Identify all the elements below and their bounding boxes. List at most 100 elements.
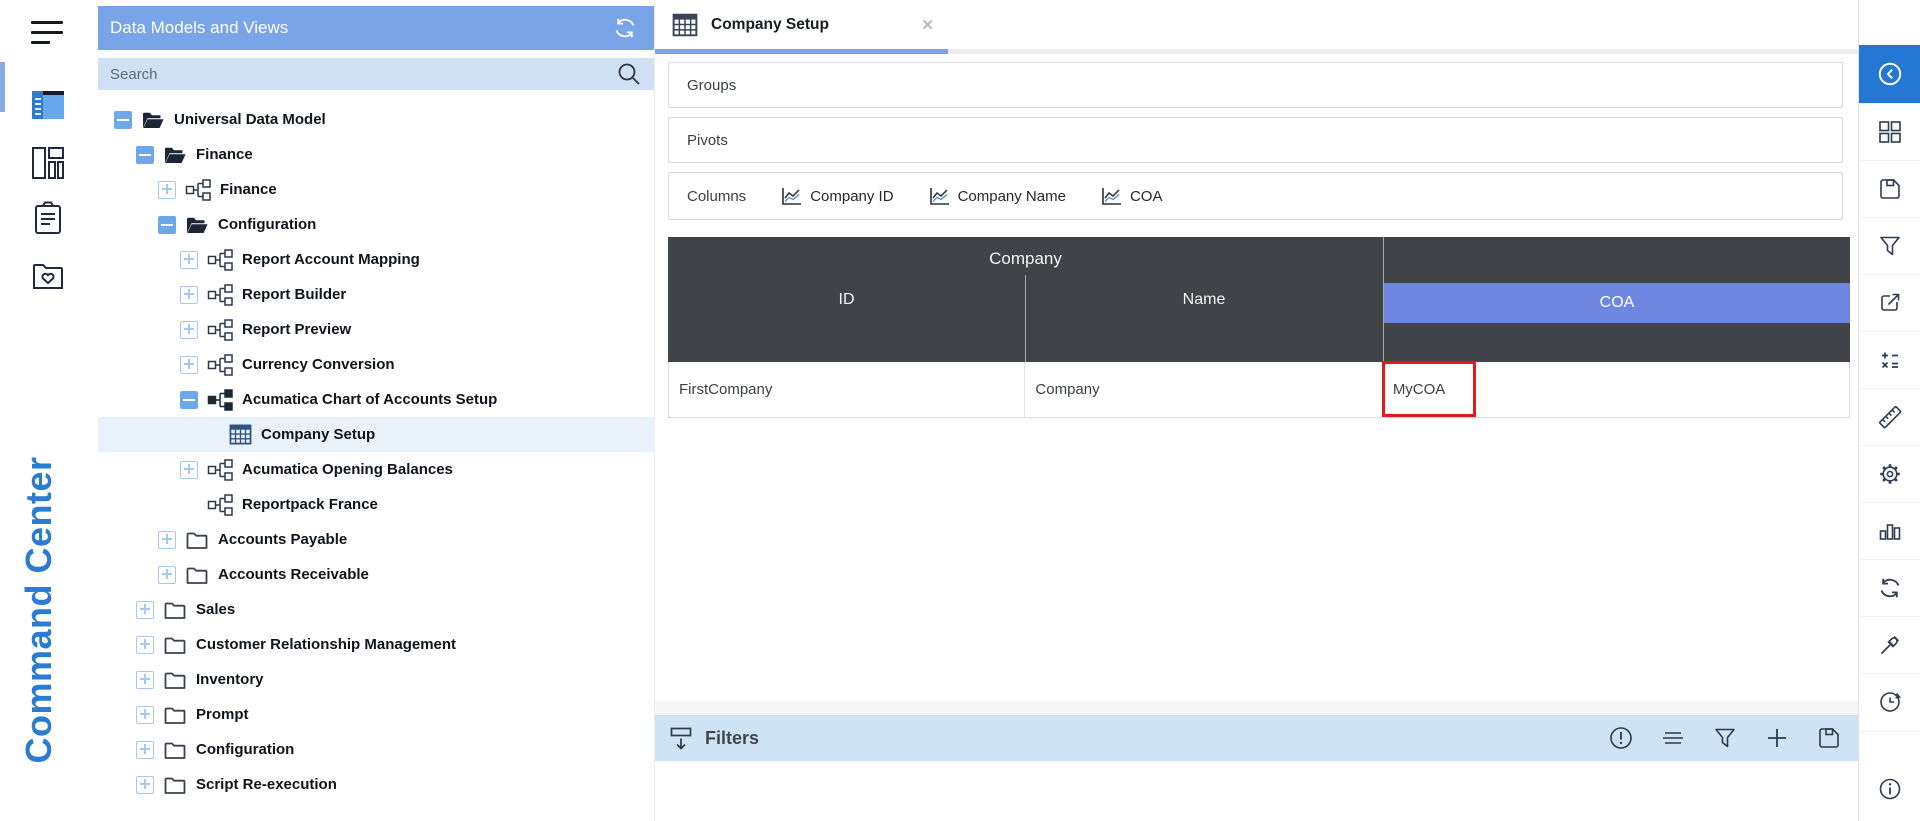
tree-item-sales[interactable]: Sales bbox=[98, 592, 654, 627]
folder-open-icon bbox=[185, 214, 209, 236]
pivots-drop-zone[interactable]: Pivots bbox=[668, 117, 1843, 163]
filters-bar[interactable]: Filters bbox=[655, 715, 1858, 761]
share-export-button[interactable] bbox=[1859, 274, 1920, 331]
tree-item-configuration-folder[interactable]: Configuration bbox=[98, 207, 654, 242]
refresh-tree-icon[interactable] bbox=[612, 15, 638, 41]
expand-toggle-icon[interactable] bbox=[158, 530, 176, 549]
tree-item-finance-model[interactable]: Finance bbox=[98, 172, 654, 207]
expand-toggle-icon[interactable] bbox=[158, 565, 176, 584]
history-button[interactable] bbox=[1859, 673, 1920, 730]
table-scroll-strip[interactable] bbox=[655, 701, 1858, 715]
expand-toggle-icon[interactable] bbox=[180, 320, 198, 339]
filter-down-icon bbox=[668, 725, 694, 751]
collapse-panel-button[interactable] bbox=[1859, 45, 1920, 103]
table-grid-icon bbox=[229, 423, 252, 446]
expand-toggle-icon[interactable] bbox=[136, 600, 154, 619]
nav-data-models-panel[interactable] bbox=[26, 83, 70, 127]
tree-item-report-preview[interactable]: Report Preview bbox=[98, 312, 654, 347]
expand-toggle-icon[interactable] bbox=[136, 740, 154, 759]
columns-drop-zone[interactable]: Columns Company ID Company Name COA bbox=[668, 172, 1843, 220]
cell-coa[interactable]: MyCOA bbox=[1381, 361, 1849, 417]
tree-item-currency-conversion[interactable]: Currency Conversion bbox=[98, 347, 654, 382]
folder-open-icon bbox=[141, 109, 165, 131]
expand-toggle-icon[interactable] bbox=[158, 180, 176, 199]
calculator-button[interactable] bbox=[1859, 331, 1920, 388]
search-icon[interactable] bbox=[616, 61, 642, 87]
main-content: Company Setup ✕ Groups Pivots Columns Co… bbox=[655, 0, 1858, 821]
collapse-toggle-icon[interactable] bbox=[136, 145, 154, 164]
data-models-tree-panel: Data Models and Views Universal Data Mod… bbox=[98, 0, 655, 821]
ruler-button[interactable] bbox=[1859, 388, 1920, 445]
tree-item-report-builder[interactable]: Report Builder bbox=[98, 277, 654, 312]
tree-item-prompt[interactable]: Prompt bbox=[98, 697, 654, 732]
expand-toggle-icon[interactable] bbox=[180, 355, 198, 374]
cell-company-id[interactable]: FirstCompany bbox=[669, 362, 1026, 417]
eyedropper-button[interactable] bbox=[1859, 616, 1920, 673]
folder-closed-icon bbox=[163, 669, 187, 691]
tree-item-customer-relationship-management[interactable]: Customer Relationship Management bbox=[98, 627, 654, 662]
folder-open-icon bbox=[163, 144, 187, 166]
tree-item-report-account-mapping[interactable]: Report Account Mapping bbox=[98, 242, 654, 277]
collapse-toggle-icon[interactable] bbox=[180, 390, 198, 409]
save-filter-icon[interactable] bbox=[1816, 725, 1842, 751]
column-header-name[interactable]: Name bbox=[1025, 291, 1383, 309]
table-grid-icon bbox=[672, 12, 698, 38]
table-header: Company ID Name COA bbox=[668, 237, 1850, 362]
columns-zone-label: Columns bbox=[687, 187, 747, 205]
expand-toggle-icon[interactable] bbox=[136, 635, 154, 654]
collapse-toggle-icon[interactable] bbox=[158, 215, 176, 234]
alert-icon[interactable] bbox=[1608, 725, 1634, 751]
selected-cell-red-outline[interactable]: MyCOA bbox=[1381, 361, 1476, 417]
tree-item-configuration[interactable]: Configuration bbox=[98, 732, 654, 767]
collapse-toggle-icon[interactable] bbox=[114, 110, 132, 129]
tree-item-company-setup[interactable]: Company Setup bbox=[98, 417, 654, 452]
filter-button[interactable] bbox=[1859, 217, 1920, 274]
tree-item-script-re-execution[interactable]: Script Re-execution bbox=[98, 767, 654, 802]
nav-favorites-folder[interactable] bbox=[26, 254, 70, 298]
tree-item-reportpack-france[interactable]: Reportpack France bbox=[98, 487, 654, 522]
tree-item-finance-folder[interactable]: Finance bbox=[98, 137, 654, 172]
column-header-coa-highlighted[interactable]: COA bbox=[1384, 283, 1850, 323]
cell-company-name[interactable]: Company bbox=[1025, 362, 1383, 417]
column-chip-coa[interactable]: COA bbox=[1100, 185, 1162, 207]
data-model-filled-icon bbox=[207, 389, 233, 411]
tree-item-accounts-payable[interactable]: Accounts Payable bbox=[98, 522, 654, 557]
search-input[interactable] bbox=[110, 65, 616, 83]
expand-toggle-icon[interactable] bbox=[136, 705, 154, 724]
groups-drop-zone[interactable]: Groups bbox=[668, 62, 1843, 108]
column-chip-company-name[interactable]: Company Name bbox=[928, 185, 1066, 207]
column-header-id[interactable]: ID bbox=[668, 291, 1025, 309]
close-tab-icon[interactable]: ✕ bbox=[921, 16, 934, 34]
tree-item-acumatica-opening-balances[interactable]: Acumatica Opening Balances bbox=[98, 452, 654, 487]
tree-search-bar bbox=[98, 58, 654, 90]
column-chip-company-id[interactable]: Company ID bbox=[780, 185, 894, 207]
layout-dashboard-icon bbox=[32, 147, 64, 179]
expand-toggle-icon[interactable] bbox=[136, 775, 154, 794]
expand-toggle-icon[interactable] bbox=[136, 670, 154, 689]
expand-toggle-icon[interactable] bbox=[180, 460, 198, 479]
bar-chart-button[interactable] bbox=[1859, 502, 1920, 559]
nav-clipboard-tasks[interactable] bbox=[26, 196, 70, 240]
hamburger-menu-icon[interactable] bbox=[31, 21, 63, 46]
add-filter-icon[interactable] bbox=[1764, 725, 1790, 751]
filter-list-icon[interactable] bbox=[1660, 725, 1686, 751]
refresh-button[interactable] bbox=[1859, 559, 1920, 616]
groups-zone-label: Groups bbox=[687, 76, 737, 94]
folder-closed-icon bbox=[163, 704, 187, 726]
expand-toggle-icon[interactable] bbox=[180, 250, 198, 269]
info-button[interactable] bbox=[1859, 760, 1920, 817]
tree-item-inventory[interactable]: Inventory bbox=[98, 662, 654, 697]
tree-item-accounts-receivable[interactable]: Accounts Receivable bbox=[98, 557, 654, 592]
data-model-icon bbox=[207, 494, 233, 516]
data-model-icon bbox=[185, 179, 211, 201]
command-center-brand: Command Center bbox=[18, 456, 59, 764]
tree-item-acumatica-chart-of-accounts-setup[interactable]: Acumatica Chart of Accounts Setup bbox=[98, 382, 654, 417]
tab-company-setup[interactable]: Company Setup ✕ bbox=[655, 0, 948, 49]
save-button[interactable] bbox=[1859, 160, 1920, 217]
apps-grid-button[interactable] bbox=[1859, 103, 1920, 160]
nav-layout-dashboard[interactable] bbox=[26, 141, 70, 185]
settings-button[interactable] bbox=[1859, 445, 1920, 502]
tree-item-universal-data-model[interactable]: Universal Data Model bbox=[98, 102, 654, 137]
expand-toggle-icon[interactable] bbox=[180, 285, 198, 304]
funnel-icon[interactable] bbox=[1712, 725, 1738, 751]
